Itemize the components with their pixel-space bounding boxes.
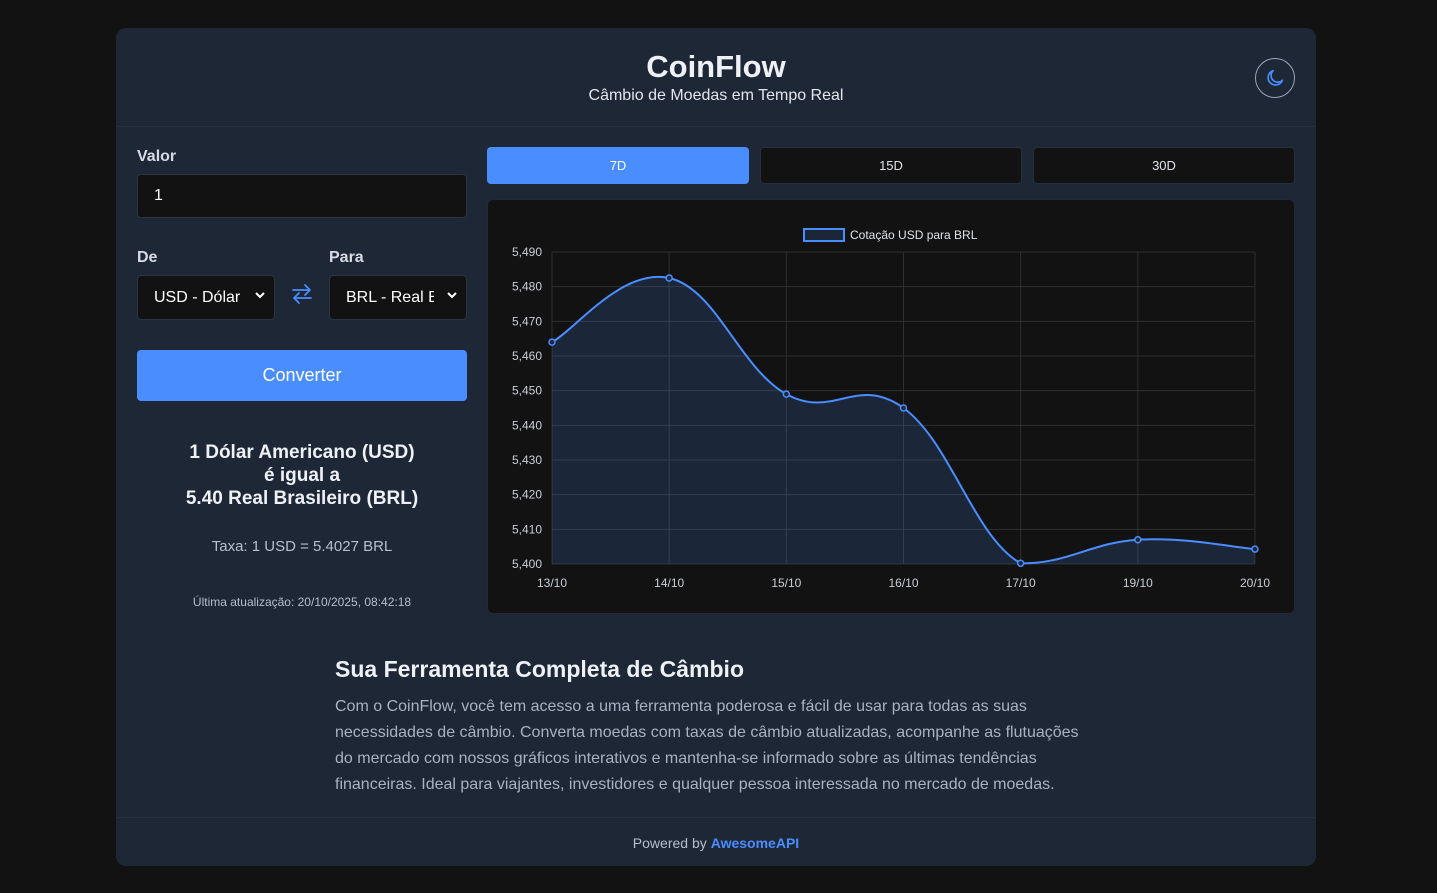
data-point bbox=[1251, 545, 1259, 553]
result-line-3: 5.40 Real Brasileiro (BRL) bbox=[185, 488, 419, 509]
y-tick-label: 5,400 bbox=[512, 557, 542, 571]
info-text: Com o CoinFlow, você tem acesso a uma fe… bbox=[335, 698, 1079, 793]
y-tick-label: 5,420 bbox=[512, 488, 542, 502]
footer: Powered by AwesomeAPI bbox=[116, 817, 1316, 866]
from-currency-value: USD - Dólar Americano bbox=[154, 288, 242, 306]
from-currency-select[interactable]: USD - Dólar Americano bbox=[137, 275, 275, 320]
legend-label: Cotação USD para BRL bbox=[850, 228, 978, 242]
header: CoinFlow Câmbio de Moedas em Tempo Real bbox=[116, 28, 1316, 127]
to-currency-value: BRL - Real Brasileiro bbox=[346, 288, 434, 306]
period-30d-button[interactable]: 30D bbox=[1033, 147, 1295, 184]
y-tick-label: 5,460 bbox=[512, 349, 542, 363]
data-point bbox=[665, 274, 673, 282]
x-tick-label: 17/10 bbox=[1006, 576, 1036, 590]
data-point bbox=[899, 404, 908, 412]
conversion-result: 1 Dólar Americano (USD) é igual a 5.40 R… bbox=[137, 441, 467, 510]
legend-swatch bbox=[803, 228, 845, 242]
last-updated: Última atualização: 20/10/2025, 08:42:18 bbox=[192, 595, 412, 609]
data-point bbox=[548, 338, 556, 346]
awesomeapi-link[interactable]: AwesomeAPI bbox=[711, 835, 799, 851]
data-point bbox=[782, 390, 791, 398]
y-tick-label: 5,480 bbox=[512, 280, 542, 294]
convert-button[interactable]: Converter bbox=[137, 350, 467, 401]
x-tick-label: 14/10 bbox=[654, 576, 684, 590]
to-label: Para bbox=[329, 249, 364, 266]
result-line-2: é igual a bbox=[263, 465, 341, 486]
y-tick-label: 5,440 bbox=[512, 418, 542, 432]
swap-currencies-button[interactable] bbox=[290, 283, 314, 305]
chart-container: 5,400 5,410 5,420 5,430 5,440 5,450 5,460 5,470… bbox=[487, 199, 1295, 614]
moon-icon bbox=[1267, 69, 1284, 86]
x-tick-label: 16/10 bbox=[888, 576, 918, 590]
app-card: CoinFlow Câmbio de Moedas em Tempo Real … bbox=[116, 28, 1316, 866]
footer-prefix: Powered by bbox=[632, 834, 707, 851]
x-tick-label: 20/10 bbox=[1240, 576, 1270, 590]
x-tick-label: 19/10 bbox=[1123, 576, 1153, 590]
period-7d-button[interactable]: 7D bbox=[487, 147, 749, 184]
exchange-rate: Taxa: 1 USD = 5.4027 BRL bbox=[211, 538, 393, 555]
info-title: Sua Ferramenta Completa de Câmbio bbox=[335, 656, 744, 682]
data-point bbox=[1134, 535, 1142, 544]
y-tick-label: 5,470 bbox=[512, 314, 542, 328]
chevron-down-icon bbox=[447, 292, 457, 299]
x-tick-label: 13/10 bbox=[537, 576, 567, 590]
result-line-1: 1 Dólar Americano (USD) bbox=[189, 442, 415, 463]
chevron-down-icon bbox=[255, 292, 265, 299]
theme-toggle-button[interactable] bbox=[1255, 58, 1295, 98]
y-tick-label: 5,410 bbox=[512, 522, 542, 536]
to-currency-select[interactable]: BRL - Real Brasileiro bbox=[329, 275, 467, 320]
data-point bbox=[1016, 559, 1025, 568]
amount-input[interactable]: 1 bbox=[137, 174, 467, 218]
y-tick-label: 5,430 bbox=[512, 453, 542, 467]
exchange-rate-chart: 5,400 5,410 5,420 5,430 5,440 5,450 5,460 5,470… bbox=[512, 228, 1270, 590]
y-tick-label: 5,450 bbox=[512, 384, 542, 398]
amount-label: Valor bbox=[137, 148, 177, 165]
period-15d-button[interactable]: 15D bbox=[760, 147, 1022, 184]
x-tick-label: 15/10 bbox=[771, 576, 801, 590]
app-title: CoinFlow bbox=[646, 49, 786, 84]
y-tick-label: 5,490 bbox=[512, 245, 542, 259]
from-label: De bbox=[137, 249, 158, 266]
app-subtitle: Câmbio de Moedas em Tempo Real bbox=[588, 87, 844, 104]
swap-arrows-icon bbox=[292, 284, 312, 304]
amount-value: 1 bbox=[154, 187, 163, 204]
